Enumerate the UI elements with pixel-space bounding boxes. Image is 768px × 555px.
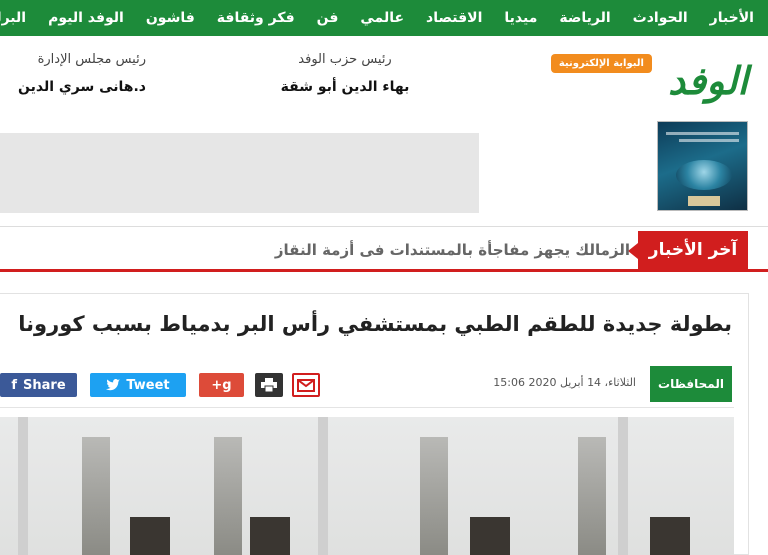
book-subtitle-line — [679, 139, 739, 142]
section-badge[interactable]: المحافظات — [650, 366, 732, 402]
site-logo[interactable]: الوفد البوابة الإلكترونية — [516, 52, 750, 112]
nav-item-sports[interactable]: الرياضة — [559, 10, 610, 26]
article-headline: بطولة جديدة للطقم الطبي بمستشفي رأس البر… — [18, 312, 732, 336]
building-column — [18, 417, 28, 555]
share-label: Share — [23, 377, 66, 393]
party-head-block: رئيس حزب الوفد بهاء الدين أبو شقة — [275, 52, 415, 95]
board-head-role: رئيس مجلس الإدارة — [37, 52, 146, 67]
facebook-icon: f — [11, 377, 18, 393]
facebook-share-button[interactable]: f Share — [0, 373, 77, 397]
nav-item-news[interactable]: الأخبار — [710, 10, 754, 26]
print-button[interactable] — [255, 373, 283, 397]
article-card: بطولة جديدة للطقم الطبي بمستشفي رأس البر… — [0, 293, 749, 555]
building-window-dark — [130, 517, 170, 555]
mail-icon — [297, 378, 315, 392]
building-window — [214, 437, 242, 555]
building-window — [420, 437, 448, 555]
ad-banner-placeholder[interactable] — [0, 133, 479, 213]
party-head-role: رئيس حزب الوفد — [298, 52, 392, 67]
building-window-dark — [650, 517, 690, 555]
book-publisher-mark — [688, 196, 720, 206]
nav-item-world[interactable]: عالمي — [360, 10, 404, 26]
globe-image — [676, 160, 732, 190]
article-date: الثلاثاء، 14 أبريل 2020 15:06 — [493, 376, 636, 389]
nav-item-wafd-today[interactable]: الوفد اليوم — [48, 10, 124, 26]
nav-list: الأخبار الحوادث الرياضة ميديا الاقتصاد ع… — [0, 0, 754, 36]
logo-wordmark: الوفد — [668, 58, 750, 103]
ticker-headline-link[interactable]: الزمالك يجهز مفاجأة بالمستندات فى أزمة ا… — [275, 241, 630, 259]
news-ticker: آخر الأخبار الزمالك يجهز مفاجأة بالمستند… — [0, 226, 768, 272]
building-window-dark — [250, 517, 290, 555]
board-head-name: د.هانى سري الدين — [18, 79, 146, 95]
building-column — [618, 417, 628, 555]
board-head-block: رئيس مجلس الإدارة د.هانى سري الدين — [6, 52, 146, 95]
party-head-name: بهاء الدين أبو شقة — [280, 79, 410, 95]
email-share-button[interactable] — [292, 373, 320, 397]
google-plus-share-button[interactable]: g+ — [199, 373, 244, 397]
print-icon — [261, 378, 277, 392]
twitter-bird-icon — [106, 379, 121, 391]
building-window — [578, 437, 606, 555]
book-title-line — [666, 132, 739, 135]
article-photo — [0, 417, 734, 555]
ticker-label: آخر الأخبار — [628, 231, 748, 269]
ad-book-cover[interactable] — [657, 121, 748, 211]
nav-item-media[interactable]: ميديا — [504, 10, 537, 26]
nav-item-art[interactable]: فن — [317, 10, 339, 26]
main-nav: الأخبار الحوادث الرياضة ميديا الاقتصاد ع… — [0, 0, 768, 36]
building-column — [318, 417, 328, 555]
building-window-dark — [470, 517, 510, 555]
nav-item-culture[interactable]: فكر وثقافة — [217, 10, 295, 26]
logo-badge: البوابة الإلكترونية — [550, 54, 652, 73]
nav-item-fashion[interactable]: فاشون — [146, 10, 195, 26]
tweet-label: Tweet — [126, 377, 170, 393]
google-plus-icon: g+ — [211, 377, 232, 393]
meta-divider — [0, 407, 734, 408]
nav-item-economy[interactable]: الاقتصاد — [426, 10, 482, 26]
building-window — [82, 437, 110, 555]
nav-item-accidents[interactable]: الحوادث — [633, 10, 688, 26]
tweet-button[interactable]: Tweet — [90, 373, 186, 397]
nav-item-parliament[interactable]: البرلمان — [0, 10, 26, 26]
article-meta-row: المحافظات الثلاثاء، 14 أبريل 2020 15:06 … — [0, 365, 734, 408]
